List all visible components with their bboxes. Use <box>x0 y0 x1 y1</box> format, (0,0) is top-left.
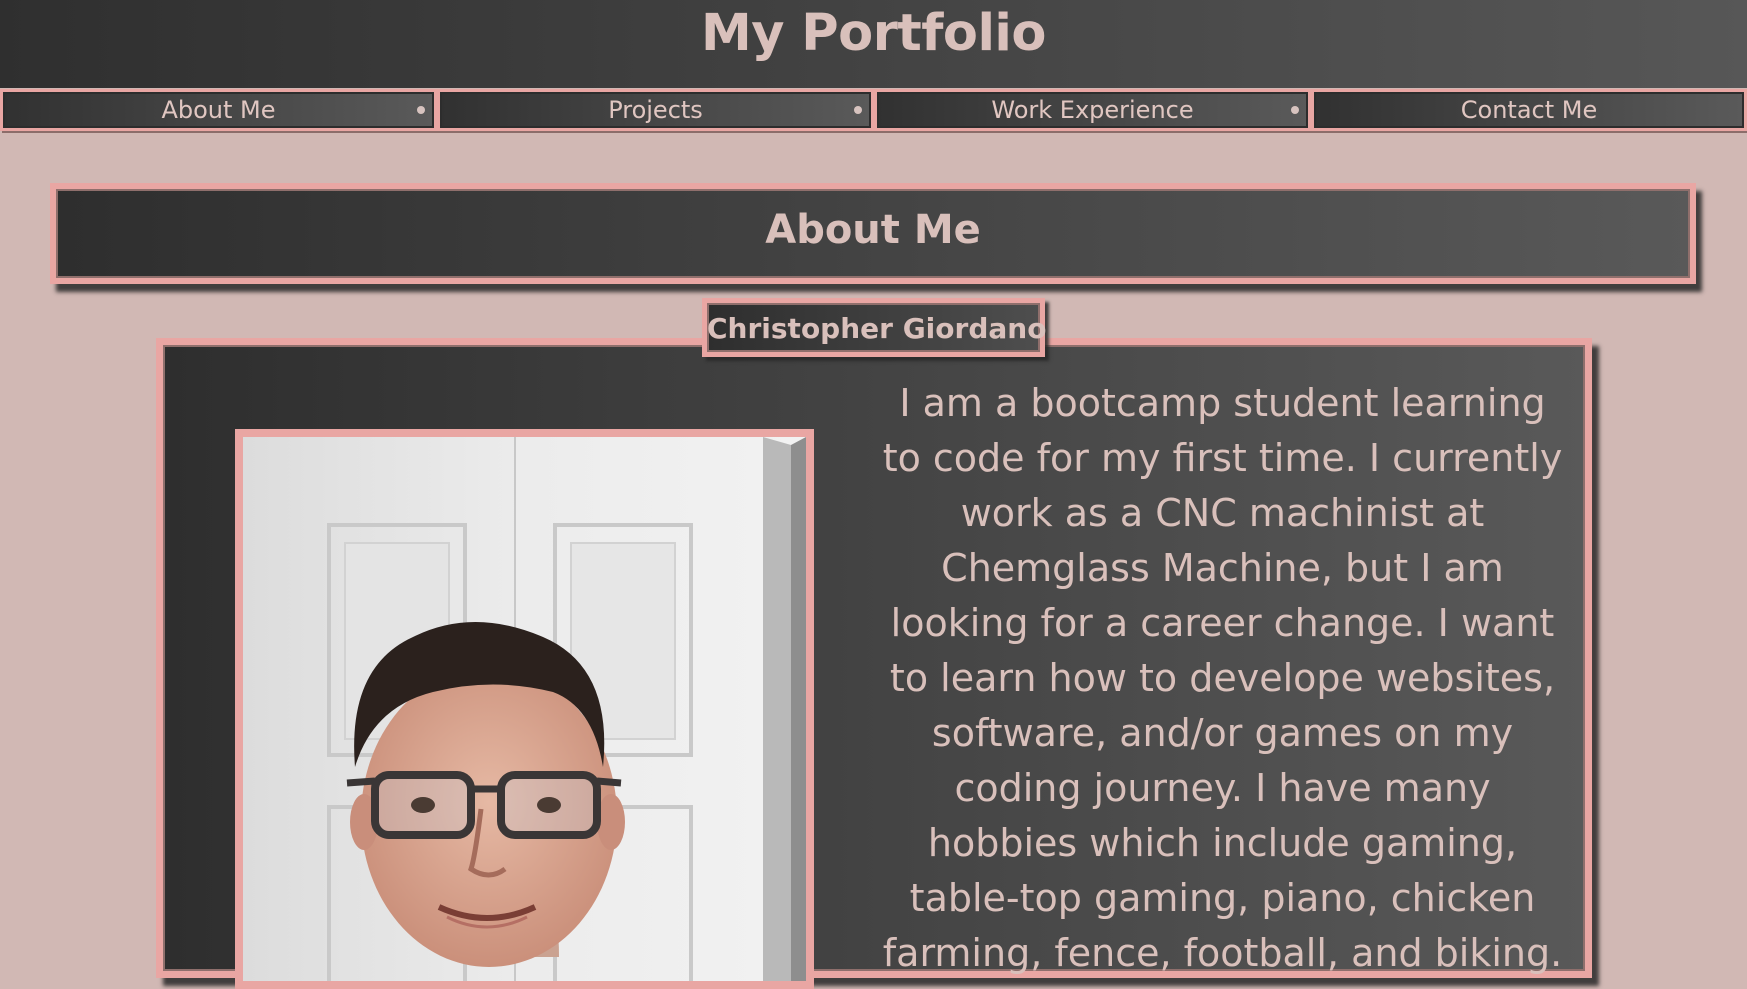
section-header: About Me <box>50 183 1696 284</box>
nav-work-experience[interactable]: Work Experience <box>874 89 1311 131</box>
site-header: My Portfolio <box>0 0 1747 88</box>
nav-contact-me[interactable]: Contact Me <box>1311 89 1747 131</box>
site-title: My Portfolio <box>701 4 1046 63</box>
bullet-dot-icon <box>854 106 862 114</box>
nav-about-me[interactable]: About Me <box>0 89 437 131</box>
portrait-photo-icon <box>243 437 806 981</box>
nav-projects[interactable]: Projects <box>437 89 874 131</box>
nav-projects-label: Projects <box>608 96 703 124</box>
section-title: About Me <box>765 207 981 253</box>
profile-name: Christopher Giordano <box>707 312 1047 345</box>
nav-work-experience-label: Work Experience <box>991 96 1194 124</box>
nav-contact-me-label: Contact Me <box>1460 96 1598 124</box>
profile-photo <box>235 429 814 989</box>
nav-about-me-label: About Me <box>161 96 276 124</box>
bullet-dot-icon <box>417 106 425 114</box>
name-plate: Christopher Giordano <box>702 298 1047 357</box>
bio-text: I am a bootcamp student learning to code… <box>882 381 1563 975</box>
bullet-dot-icon <box>1291 106 1299 114</box>
